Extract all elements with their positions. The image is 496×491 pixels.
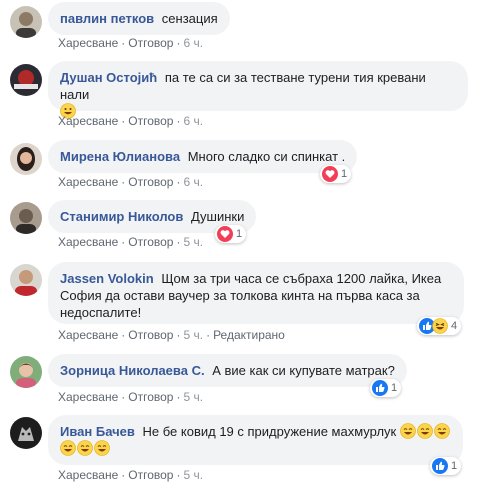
like-reaction-icon	[432, 458, 448, 474]
comment-actions: Харесване · Отговор · 5 ч.	[58, 390, 204, 404]
haha-reaction-icon	[432, 318, 448, 334]
reactions-summary[interactable]: 1	[215, 225, 247, 243]
reaction-count: 1	[341, 168, 348, 180]
comment-time[interactable]: 5 ч.	[183, 468, 203, 482]
like-link[interactable]: Харесване	[58, 114, 118, 128]
comment-author[interactable]: Станимир Николов	[60, 209, 183, 224]
comment-bubble: Иван Бачев Не бе ковид 19 с придружение …	[48, 415, 463, 465]
comment-bubble: павлин петков сензация	[48, 2, 230, 35]
reaction-count: 1	[451, 460, 458, 472]
love-reaction-icon	[322, 166, 338, 182]
like-link[interactable]: Харесване	[58, 468, 118, 482]
reply-link[interactable]: Отговор	[128, 114, 173, 128]
edited-label[interactable]: Редактирано	[213, 328, 285, 342]
reactions-summary[interactable]: 1	[430, 457, 462, 475]
comment-actions: Харесване · Отговор · 5 ч.	[58, 468, 204, 482]
comment-text-line: Щом за три часа се събраха 1200 лайка, И…	[161, 271, 442, 286]
comment-time[interactable]: 6 ч.	[183, 175, 203, 189]
comment-author[interactable]: павлин петков	[60, 11, 154, 26]
comment-text: Не бе ковид 19 с придружение махмурлук	[142, 424, 397, 439]
comment-author[interactable]: Зорница Николаева С.	[60, 363, 205, 378]
laughing-face-emoji	[434, 423, 450, 439]
reply-link[interactable]: Отговор	[128, 36, 173, 50]
comment-bubble: Душан Остојић па те са си за тестване ту…	[48, 61, 468, 119]
comment-actions: Харесване · Отговор · 5 ч. · Редактирано	[58, 328, 285, 342]
avatar[interactable]	[10, 264, 42, 296]
comment-actions: Харесване · Отговор · 6 ч.	[58, 114, 204, 128]
comment-text-line: недоспалите!	[60, 305, 142, 320]
like-link[interactable]: Харесване	[58, 175, 118, 189]
like-link[interactable]: Харесване	[58, 328, 118, 342]
avatar[interactable]	[10, 356, 42, 388]
comment-author[interactable]: Jassen Volokin	[60, 271, 154, 286]
reaction-count: 1	[391, 382, 398, 394]
avatar[interactable]	[10, 64, 42, 96]
like-link[interactable]: Харесване	[58, 235, 118, 249]
reply-link[interactable]: Отговор	[128, 390, 173, 404]
comment-time[interactable]: 6 ч.	[183, 114, 203, 128]
comment-text: сензация	[161, 11, 218, 26]
reactions-summary[interactable]: 1	[320, 165, 352, 183]
reply-link[interactable]: Отговор	[128, 175, 173, 189]
reactions-summary[interactable]: 1	[370, 379, 402, 397]
comment-time[interactable]: 5 ч.	[183, 390, 203, 404]
reply-link[interactable]: Отговор	[128, 468, 173, 482]
love-reaction-icon	[217, 226, 233, 242]
like-link[interactable]: Харесване	[58, 36, 118, 50]
comment-actions: Харесване · Отговор · 6 ч.	[58, 36, 204, 50]
avatar[interactable]	[10, 202, 42, 234]
like-reaction-icon	[372, 380, 388, 396]
comment-time[interactable]: 6 ч.	[183, 36, 203, 50]
comment-actions: Харесване · Отговор · 5 ч.	[58, 235, 204, 249]
avatar[interactable]	[10, 417, 42, 449]
reply-link[interactable]: Отговор	[128, 235, 173, 249]
comment-text: А вие как си купувате матрак?	[212, 363, 395, 378]
comment-bubble: Jassen Volokin Щом за три часа се събрах…	[48, 262, 464, 324]
avatar[interactable]	[10, 143, 42, 175]
reply-link[interactable]: Отговор	[128, 328, 173, 342]
comment-time[interactable]: 5 ч.	[183, 235, 203, 249]
avatar[interactable]	[10, 6, 42, 38]
comment-author[interactable]: Душан Остојић	[60, 70, 157, 85]
laughing-face-emoji	[77, 440, 93, 456]
reaction-count: 1	[236, 228, 243, 240]
comment-author[interactable]: Иван Бачев	[60, 424, 135, 439]
comment-time[interactable]: 5 ч.	[183, 328, 203, 342]
comment-text: Много сладко си спинкат .	[187, 149, 346, 164]
laughing-face-emoji	[400, 423, 416, 439]
comment-text-line: София да остави ваучер за толкова кинта …	[60, 288, 420, 303]
comment-text: Душинки	[190, 209, 245, 224]
laughing-face-emoji	[94, 440, 110, 456]
reaction-count: 4	[451, 320, 458, 332]
laughing-face-emoji	[417, 423, 433, 439]
reactions-summary[interactable]: 4	[417, 317, 462, 335]
like-link[interactable]: Харесване	[58, 390, 118, 404]
laughing-face-emoji	[60, 440, 76, 456]
comment-author[interactable]: Мирена Юлианова	[60, 149, 180, 164]
comment-bubble: Зорница Николаева С. А вие как си купува…	[48, 354, 407, 387]
comment-bubble: Мирена Юлианова Много сладко си спинкат …	[48, 140, 358, 173]
comment-actions: Харесване · Отговор · 6 ч.	[58, 175, 204, 189]
